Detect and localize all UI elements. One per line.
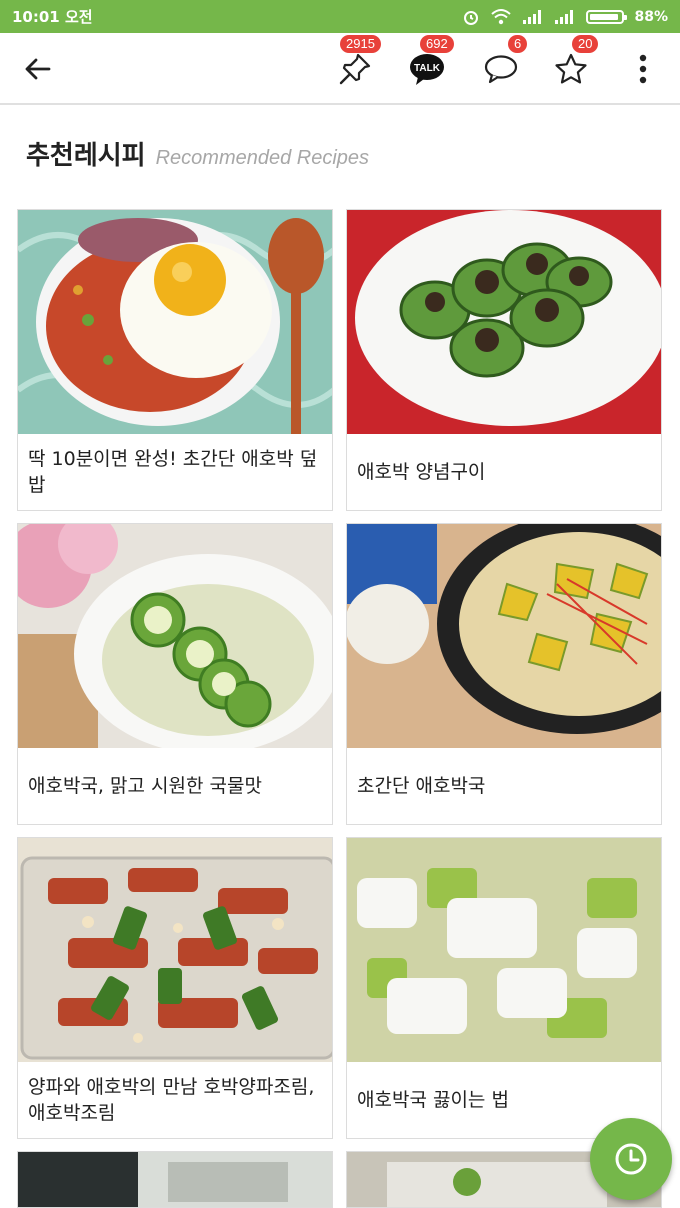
recipe-title: 딱 10분이면 완성! 초간단 애호박 덮밥 xyxy=(28,448,318,496)
pin-icon xyxy=(339,53,371,85)
battery-level: 88% xyxy=(634,8,668,25)
recipe-card[interactable]: 애호박 양념구이 xyxy=(346,209,662,511)
status-icons: 88% xyxy=(462,8,668,26)
recipe-title: 애호박국, 맑고 시원한 국물맛 xyxy=(28,775,262,797)
more-options-button[interactable] xyxy=(626,33,660,105)
pin-count-badge: 2915 xyxy=(340,35,381,53)
more-vert-icon xyxy=(639,54,647,84)
signal-icon-2 xyxy=(555,9,574,24)
status-time: 10:01 오전 xyxy=(12,8,93,26)
comment-count-badge: 6 xyxy=(508,35,528,53)
arrow-back-icon xyxy=(25,58,51,80)
section-title: 추천레시피 xyxy=(26,141,146,171)
talk-count-badge: 692 xyxy=(420,35,454,53)
pin-button[interactable]: 2915 xyxy=(330,33,381,105)
recipe-image-easy-zucchini-soup xyxy=(347,524,661,748)
talk-icon-label: TALK xyxy=(414,63,441,74)
recipe-image-zucchini-rice-bowl xyxy=(18,210,332,434)
alarm-icon xyxy=(464,10,479,25)
signal-icon xyxy=(523,9,542,24)
recipe-image-zucchini-tofu-soup xyxy=(347,838,661,1062)
clock-icon xyxy=(615,1143,647,1175)
recipe-card[interactable]: 애호박국, 맑고 시원한 국물맛 xyxy=(17,523,333,825)
recipe-title: 애호박 양념구이 xyxy=(357,461,486,483)
favorite-button[interactable]: 20 xyxy=(546,33,599,105)
recipe-image-grilled-zucchini xyxy=(347,210,661,434)
recipe-card[interactable]: 초간단 애호박국 xyxy=(346,523,662,825)
back-button[interactable] xyxy=(12,33,62,105)
recent-history-button[interactable] xyxy=(590,1118,672,1200)
toolbar: 2915 TALK 692 6 20 xyxy=(0,33,680,105)
favorite-count-badge: 20 xyxy=(572,35,599,53)
section-heading: 추천레시피 Recommended Recipes xyxy=(26,135,369,172)
recipe-image-clear-zucchini-soup xyxy=(18,524,332,748)
battery-icon xyxy=(586,9,628,24)
status-bar: 10:01 오전 88% xyxy=(0,0,680,33)
recipe-image-braised-zucchini-onion xyxy=(18,838,332,1062)
recipe-image-partial xyxy=(18,1152,332,1207)
comment-button[interactable]: 6 xyxy=(476,33,528,105)
wifi-icon xyxy=(491,8,512,24)
talk-button[interactable]: TALK 692 xyxy=(402,33,454,105)
section-subtitle: Recommended Recipes xyxy=(155,147,370,169)
recipe-card-partial[interactable] xyxy=(17,1151,333,1208)
recipe-card[interactable]: 딱 10분이면 완성! 초간단 애호박 덮밥 xyxy=(17,209,333,511)
recipe-title: 초간단 애호박국 xyxy=(357,775,486,797)
recipe-card[interactable]: 애호박국 끓이는 법 xyxy=(346,837,662,1139)
star-icon xyxy=(555,53,587,84)
talk-icon: TALK xyxy=(410,54,444,85)
recipe-card[interactable]: 양파와 애호박의 만남 호박양파조림, 애호박조림 xyxy=(17,837,333,1139)
recipe-title: 양파와 애호박의 만남 호박양파조림, 애호박조림 xyxy=(28,1076,315,1124)
comment-icon xyxy=(484,55,518,84)
